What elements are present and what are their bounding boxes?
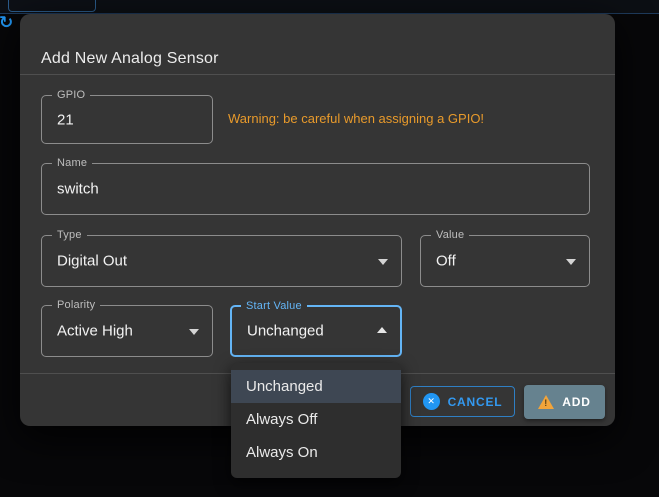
menu-option-always-on[interactable]: Always On	[231, 436, 401, 469]
gpio-label: GPIO	[52, 89, 90, 102]
gpio-field[interactable]: GPIO 21	[41, 95, 213, 144]
type-label: Type	[52, 229, 87, 242]
add-button[interactable]: ! ADD	[524, 385, 605, 419]
cancel-circle-icon: ✕	[423, 393, 440, 410]
chevron-down-icon	[566, 259, 576, 265]
cancel-button[interactable]: ✕ CANCEL	[410, 386, 515, 417]
start-value-menu: Unchanged Always Off Always On	[231, 363, 401, 478]
refresh-icon[interactable]: ↻	[0, 13, 13, 33]
value-selected-value: Off	[436, 253, 456, 270]
polarity-label: Polarity	[52, 299, 100, 312]
menu-option-always-off[interactable]: Always Off	[231, 403, 401, 436]
add-button-label: ADD	[562, 395, 590, 409]
type-selected-value: Digital Out	[57, 253, 127, 270]
title-divider	[20, 74, 615, 75]
start-value-selected-value: Unchanged	[247, 323, 324, 340]
gpio-input[interactable]: 21	[57, 111, 74, 128]
background-topbar	[0, 0, 659, 14]
value-label: Value	[431, 229, 469, 242]
gpio-warning-text: Warning: be careful when assigning a GPI…	[228, 111, 484, 126]
warning-triangle-icon: !	[538, 395, 554, 409]
cancel-button-label: CANCEL	[448, 395, 503, 409]
type-select[interactable]: Type Digital Out	[41, 235, 402, 287]
start-value-label: Start Value	[241, 300, 307, 313]
polarity-select[interactable]: Polarity Active High	[41, 305, 213, 357]
dialog-title: Add New Analog Sensor	[41, 50, 219, 68]
chevron-down-icon	[189, 329, 199, 335]
background-partial-button[interactable]	[8, 0, 96, 12]
name-label: Name	[52, 157, 92, 170]
value-select[interactable]: Value Off	[420, 235, 590, 287]
chevron-down-icon	[378, 259, 388, 265]
start-value-select[interactable]: Start Value Unchanged	[230, 305, 402, 357]
screen: ↻ Add New Analog Sensor GPIO 21 Warning:…	[0, 0, 659, 497]
name-input[interactable]: switch	[57, 181, 99, 198]
chevron-up-icon	[377, 327, 387, 333]
name-field[interactable]: Name switch	[41, 163, 590, 215]
menu-option-unchanged[interactable]: Unchanged	[231, 370, 401, 403]
polarity-selected-value: Active High	[57, 323, 133, 340]
